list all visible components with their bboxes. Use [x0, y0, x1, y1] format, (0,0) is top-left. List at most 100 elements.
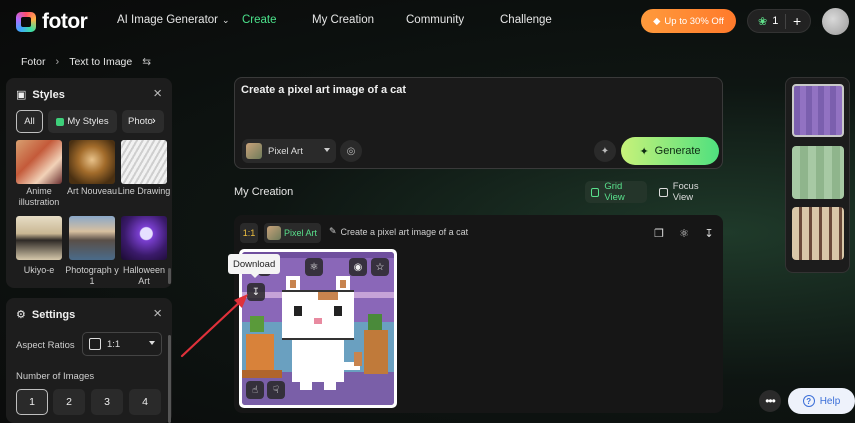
close-icon[interactable]: ×: [153, 85, 162, 102]
thumbs-up-icon[interactable]: ☝: [246, 381, 264, 399]
magic-wand-icon: ✦: [639, 145, 649, 158]
style-label: Anime illustration: [18, 186, 60, 207]
styles-title: ▣ Styles: [16, 88, 65, 102]
style-thumb-icon: [246, 143, 262, 159]
chevron-right-icon[interactable]: ›: [152, 115, 156, 127]
grid-view-button[interactable]: Grid View: [585, 181, 648, 203]
logo-text: fotor: [42, 10, 88, 33]
leaf-icon: ❀: [758, 15, 768, 28]
nav-create[interactable]: Create: [242, 14, 277, 26]
styles-scrollbar[interactable]: [168, 268, 171, 284]
style-thumb-anime[interactable]: [16, 140, 62, 184]
avatar[interactable]: [822, 8, 849, 35]
num-images-label: Number of Images: [16, 371, 95, 382]
style-thumb-icon: [267, 226, 281, 240]
fotor-logo[interactable]: fotor: [16, 10, 88, 34]
promo-button[interactable]: ◆ Up to 30% Off: [641, 9, 736, 33]
edit-icon: ✎: [329, 226, 337, 236]
style-select[interactable]: Pixel Art: [242, 139, 336, 163]
style-label: Art Nouveau: [66, 186, 118, 196]
style-thumb-line-drawing[interactable]: [121, 140, 167, 184]
style-select-label: Pixel Art: [268, 145, 303, 157]
settings-panel: ⚙ Settings × Aspect Ratios 1:1 Number of…: [6, 298, 172, 423]
prompt-tag[interactable]: ✎ Create a pixel art image of a cat: [329, 226, 468, 237]
swap-icon[interactable]: ⇆: [142, 56, 151, 68]
plus-icon[interactable]: +: [793, 13, 801, 29]
styles-title-label: Styles: [32, 88, 65, 101]
aspect-ratio-value: 1:1: [107, 338, 121, 350]
close-icon[interactable]: ×: [153, 305, 162, 322]
history-rail: [785, 77, 850, 273]
breadcrumb-current[interactable]: Text to Image: [69, 56, 132, 68]
promo-label: Up to 30% Off: [664, 15, 724, 27]
aspect-ratio-select[interactable]: 1:1: [82, 332, 162, 356]
copy-icon[interactable]: ❐: [649, 223, 669, 243]
remix-icon[interactable]: ⚛: [674, 223, 694, 243]
num-images-option[interactable]: 3: [91, 389, 123, 415]
star-icon[interactable]: ☆: [371, 258, 389, 276]
ratio-tag: 1:1: [240, 223, 258, 243]
history-thumb[interactable]: [792, 207, 844, 260]
download-tooltip: Download: [228, 254, 281, 278]
image-icon: ▣: [16, 89, 27, 101]
num-images-option[interactable]: 4: [129, 389, 161, 415]
history-thumb[interactable]: [792, 84, 844, 137]
eye-icon[interactable]: ◉: [349, 258, 367, 276]
breadcrumb: Fotor › Text to Image ⇆: [21, 56, 151, 68]
credits-count: 1: [772, 15, 779, 27]
filter-all[interactable]: All: [16, 110, 43, 133]
settings-title: ⚙ Settings: [16, 308, 75, 322]
style-thumb-art-nouveau[interactable]: [69, 140, 115, 184]
style-label: Halloween Art: [122, 265, 166, 286]
num-images-option[interactable]: 2: [53, 389, 85, 415]
style-thumb-photograph[interactable]: [69, 216, 115, 260]
my-creation-title: My Creation: [234, 186, 294, 198]
creation-card: 1:1 Pixel Art ✎ Create a pixel art image…: [234, 215, 723, 413]
filter-photo[interactable]: Photo: [122, 110, 164, 133]
question-icon: ?: [802, 395, 815, 407]
help-label: Help: [819, 395, 841, 407]
nav-ai-image-generator-label: AI Image Generator: [117, 14, 218, 26]
nav-community[interactable]: Community: [406, 14, 464, 26]
nav-ai-image-generator[interactable]: AI Image Generator ⌄: [117, 14, 230, 26]
filter-my-styles-label: My Styles: [67, 116, 109, 127]
diamond-icon: ◆: [653, 15, 661, 27]
nav-challenge[interactable]: Challenge: [500, 14, 552, 26]
focus-view-button[interactable]: Focus View: [653, 181, 723, 203]
chevron-right-icon: ›: [55, 56, 60, 68]
prompt-input[interactable]: Create a pixel art image of a cat: [241, 84, 406, 96]
prompt-box: Create a pixel art image of a cat Pixel …: [234, 77, 723, 169]
remix-icon[interactable]: ⚛: [305, 258, 323, 276]
grid-view-label: Grid View: [604, 181, 625, 203]
num-images-option[interactable]: 1: [16, 389, 48, 415]
style-label: Photograph y 1: [65, 265, 119, 286]
chevron-down-icon: [149, 341, 155, 345]
my-styles-icon: [56, 117, 65, 126]
aspect-ratio-label: Aspect Ratios: [16, 340, 75, 351]
credits-badge[interactable]: ❀ 1 +: [747, 9, 811, 33]
style-thumb-halloween[interactable]: [121, 216, 167, 260]
style-label: Ukiyo-e: [23, 265, 55, 275]
settings-scrollbar[interactable]: [168, 335, 171, 423]
annotation-arrow: [180, 294, 248, 358]
help-button[interactable]: ? Help: [788, 388, 855, 414]
prompt-tag-label: Create a pixel art image of a cat: [340, 226, 469, 237]
generate-button[interactable]: ✦ Generate: [621, 137, 719, 165]
nav-my-creation[interactable]: My Creation: [312, 14, 374, 26]
settings-target-icon[interactable]: ◎: [340, 140, 362, 162]
focus-view-label: Focus View: [672, 181, 699, 203]
generate-label: Generate: [654, 145, 701, 157]
filter-my-styles[interactable]: My Styles: [48, 110, 117, 133]
focus-icon: [659, 187, 668, 197]
chevron-down-icon: [324, 148, 330, 152]
magic-enhance-icon[interactable]: ✦: [594, 140, 616, 162]
more-icon[interactable]: •••: [759, 390, 781, 412]
history-thumb[interactable]: [792, 146, 844, 199]
style-thumb-ukiyo-e[interactable]: [16, 216, 62, 260]
grid-icon: [591, 187, 600, 197]
breadcrumb-root[interactable]: Fotor: [21, 56, 46, 68]
style-tag[interactable]: Pixel Art: [264, 223, 321, 243]
view-toggle: Grid View Focus View: [585, 181, 723, 203]
thumbs-down-icon[interactable]: ☟: [267, 381, 285, 399]
download-all-icon[interactable]: ↧: [699, 223, 719, 243]
